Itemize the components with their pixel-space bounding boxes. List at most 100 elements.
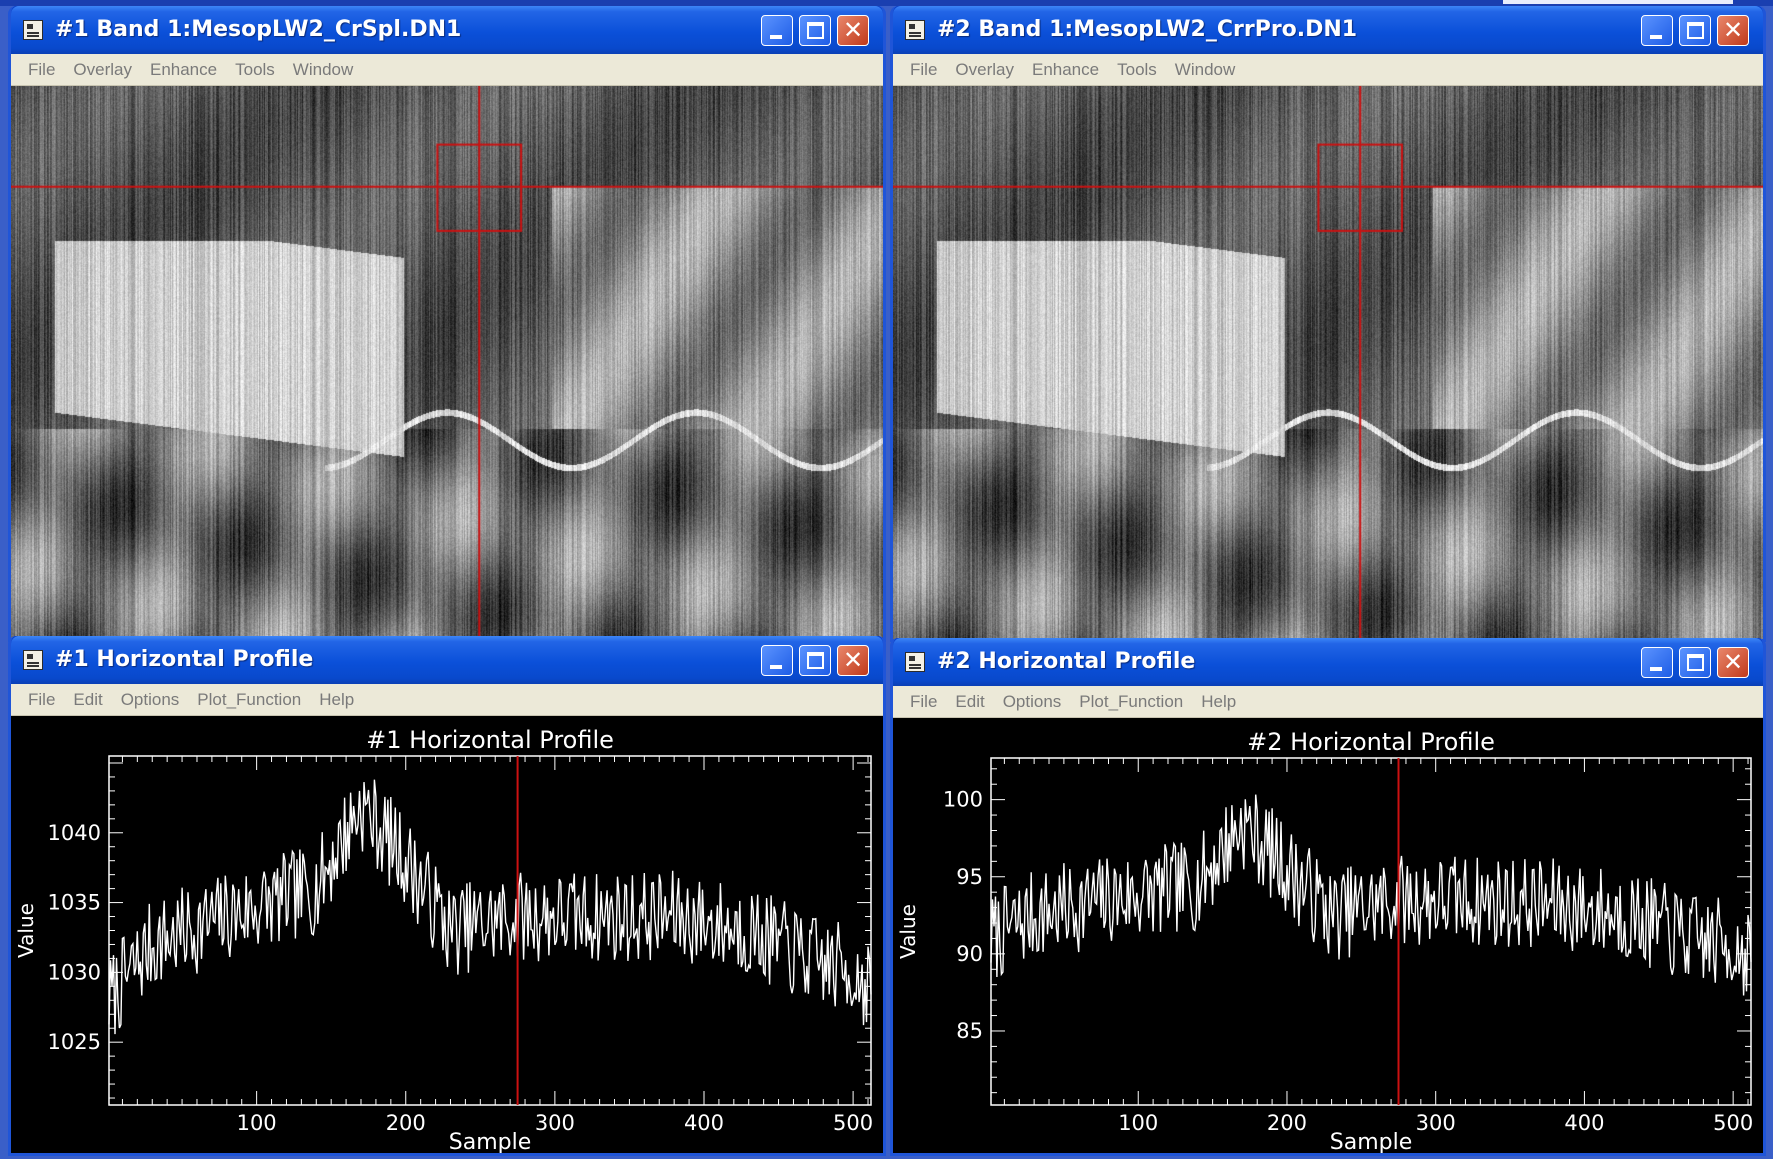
- x-tick-label: 200: [386, 1111, 426, 1135]
- close-icon: ✕: [1722, 16, 1744, 44]
- x-axis-label: Sample: [449, 1130, 532, 1153]
- close-icon: ✕: [1722, 648, 1744, 676]
- window-system-icon[interactable]: [905, 20, 925, 40]
- plot-title: #2 Horizontal Profile: [1247, 728, 1495, 756]
- x-tick-label: 200: [1267, 1111, 1307, 1135]
- window-title: #2 Horizontal Profile: [937, 649, 1196, 674]
- plot-frame: [990, 757, 1752, 1106]
- menu-enhance[interactable]: Enhance: [1032, 54, 1099, 85]
- menu-tools[interactable]: Tools: [1117, 54, 1157, 85]
- image-window-2[interactable]: #2 Band 1:MesopLW2_CrrPro.DN1 ✕ File Over…: [890, 6, 1766, 642]
- plot-area[interactable]: #1 Horizontal Profile 100 200 300 400 500 1025…: [11, 716, 883, 1153]
- minimize-icon: [1650, 35, 1662, 39]
- plot-area[interactable]: #2 Horizontal Profile 100 200 300 400 500 85 90…: [893, 718, 1763, 1153]
- menu-help[interactable]: Help: [319, 684, 354, 715]
- x-axis-label: Sample: [1330, 1130, 1413, 1153]
- window-system-icon[interactable]: [905, 652, 925, 672]
- menu-plot-function[interactable]: Plot_Function: [197, 684, 301, 715]
- x-tick-label: 100: [237, 1111, 277, 1135]
- menu-overlay[interactable]: Overlay: [955, 54, 1014, 85]
- window-system-icon[interactable]: [23, 650, 43, 670]
- maximize-icon: [1687, 654, 1704, 671]
- taskbar-highlight: [1503, 0, 1733, 4]
- close-button[interactable]: ✕: [1717, 647, 1749, 678]
- minimize-button[interactable]: [761, 15, 793, 46]
- maximize-icon: [807, 22, 824, 39]
- close-button[interactable]: ✕: [837, 15, 869, 46]
- profile-plot[interactable]: #1 Horizontal Profile 100 200 300 400 500 1025…: [11, 716, 883, 1153]
- title-bar[interactable]: #2 Band 1:MesopLW2_CrrPro.DN1 ✕: [893, 6, 1763, 54]
- y-tick-label: 95: [956, 865, 983, 889]
- profile-line: [990, 794, 1752, 996]
- x-tick-label: 300: [535, 1111, 575, 1135]
- maximize-icon: [807, 652, 824, 669]
- minimize-icon: [1650, 667, 1662, 671]
- minimize-button[interactable]: [1641, 647, 1673, 678]
- y-tick-label: 1035: [48, 891, 101, 915]
- x-tick-label: 100: [1118, 1111, 1158, 1135]
- menu-file[interactable]: File: [910, 686, 937, 717]
- x-tick-label: 400: [684, 1111, 724, 1135]
- y-tick-label: 1025: [48, 1030, 101, 1054]
- y-tick-label: 85: [956, 1019, 983, 1043]
- menu-edit[interactable]: Edit: [955, 686, 984, 717]
- close-icon: ✕: [842, 16, 864, 44]
- menu-bar: File Overlay Enhance Tools Window: [11, 54, 883, 86]
- y-tick-label: 90: [956, 942, 983, 966]
- x-tick-label: 300: [1416, 1111, 1456, 1135]
- menu-window[interactable]: Window: [1175, 54, 1235, 85]
- window-title: #1 Band 1:MesopLW2_CrSpl.DN1: [55, 17, 462, 42]
- menu-overlay[interactable]: Overlay: [73, 54, 132, 85]
- menu-file[interactable]: File: [28, 684, 55, 715]
- y-axis-label: Value: [14, 903, 38, 958]
- window-title: #1 Horizontal Profile: [55, 647, 314, 672]
- maximize-button[interactable]: [799, 15, 831, 46]
- maximize-button[interactable]: [799, 645, 831, 676]
- menu-edit[interactable]: Edit: [73, 684, 102, 715]
- maximize-icon: [1687, 22, 1704, 39]
- satellite-image[interactable]: [11, 86, 883, 639]
- profile-window-2[interactable]: #2 Horizontal Profile ✕ File Edit Options P…: [890, 638, 1766, 1156]
- window-title: #2 Band 1:MesopLW2_CrrPro.DN1: [937, 17, 1358, 42]
- menu-help[interactable]: Help: [1201, 686, 1236, 717]
- menu-plot-function[interactable]: Plot_Function: [1079, 686, 1183, 717]
- menu-options[interactable]: Options: [1003, 686, 1062, 717]
- menu-file[interactable]: File: [910, 54, 937, 85]
- title-bar[interactable]: #1 Band 1:MesopLW2_CrSpl.DN1 ✕: [11, 6, 883, 54]
- title-bar[interactable]: #1 Horizontal Profile ✕: [11, 636, 883, 684]
- minimize-button[interactable]: [1641, 15, 1673, 46]
- title-bar[interactable]: #2 Horizontal Profile ✕: [893, 638, 1763, 686]
- profile-window-1[interactable]: #1 Horizontal Profile ✕ File Edit Options P…: [8, 636, 886, 1156]
- y-tick-label: 1030: [48, 960, 101, 984]
- menu-enhance[interactable]: Enhance: [150, 54, 217, 85]
- x-tick-label: 500: [833, 1111, 873, 1135]
- close-button[interactable]: ✕: [1717, 15, 1749, 46]
- close-icon: ✕: [842, 646, 864, 674]
- menu-tools[interactable]: Tools: [235, 54, 275, 85]
- menu-bar: File Overlay Enhance Tools Window: [893, 54, 1763, 86]
- satellite-image[interactable]: [893, 86, 1763, 639]
- menu-bar: File Edit Options Plot_Function Help: [11, 684, 883, 716]
- plot-title: #1 Horizontal Profile: [366, 726, 614, 754]
- menu-bar: File Edit Options Plot_Function Help: [893, 686, 1763, 718]
- maximize-button[interactable]: [1679, 15, 1711, 46]
- menu-options[interactable]: Options: [121, 684, 180, 715]
- x-tick-label: 400: [1564, 1111, 1604, 1135]
- y-tick-label: 1040: [48, 821, 101, 845]
- minimize-icon: [770, 35, 782, 39]
- menu-window[interactable]: Window: [293, 54, 353, 85]
- y-axis-label: Value: [896, 904, 920, 959]
- image-display[interactable]: [893, 86, 1763, 639]
- profile-line: [108, 779, 872, 1035]
- profile-plot[interactable]: #2 Horizontal Profile 100 200 300 400 500 85 90…: [893, 718, 1763, 1153]
- minimize-icon: [770, 665, 782, 669]
- x-tick-label: 500: [1713, 1111, 1753, 1135]
- image-window-1[interactable]: #1 Band 1:MesopLW2_CrSpl.DN1 ✕ File Overl…: [8, 6, 886, 642]
- y-tick-label: 100: [943, 788, 983, 812]
- close-button[interactable]: ✕: [837, 645, 869, 676]
- image-display[interactable]: [11, 86, 883, 639]
- minimize-button[interactable]: [761, 645, 793, 676]
- menu-file[interactable]: File: [28, 54, 55, 85]
- maximize-button[interactable]: [1679, 647, 1711, 678]
- window-system-icon[interactable]: [23, 20, 43, 40]
